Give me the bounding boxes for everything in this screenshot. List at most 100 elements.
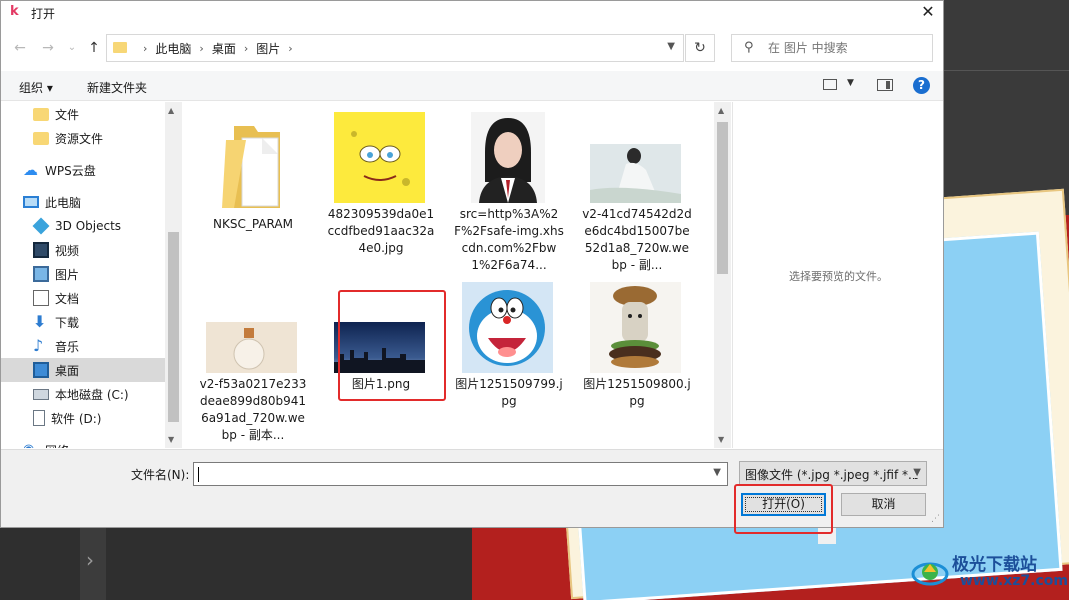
background-panel (944, 0, 1069, 215)
sidebar-item-label: 文档 (55, 291, 80, 306)
breadcrumb-separator[interactable]: › (244, 42, 248, 55)
sidebar-item-3d-objects[interactable]: 3D Objects (1, 214, 165, 238)
file-item-image[interactable]: 图片1251509799.jpg (454, 282, 564, 422)
scrollbar-thumb[interactable] (168, 232, 179, 422)
cancel-button[interactable]: 取消 (841, 493, 926, 516)
photo-image-icon (206, 322, 297, 373)
file-item-image[interactable]: src=http%3A%2F%2Fsafe-img.xhscdn.com%2Fb… (454, 112, 564, 272)
chevron-down-icon[interactable]: ▼ (713, 467, 721, 478)
sidebar-scrollbar[interactable]: ▲ ▼ (165, 102, 182, 448)
breadcrumb-separator[interactable]: › (199, 42, 203, 55)
sidebar-item-documents[interactable]: 文档 (1, 286, 165, 310)
preview-pane-icon[interactable] (877, 79, 893, 91)
sidebar-item-videos[interactable]: 视频 (1, 238, 165, 262)
new-folder-button[interactable]: 新建文件夹 (87, 79, 147, 96)
sidebar-item-label: 文件 (55, 107, 80, 122)
highlight-box (338, 290, 446, 401)
preview-empty-text: 选择要预览的文件。 (789, 270, 888, 283)
spongebob-image-icon (334, 112, 425, 203)
sidebar-item-this-pc[interactable]: 此电脑 (1, 190, 165, 214)
download-icon: ⬇ (33, 312, 47, 331)
background-side-strip[interactable]: › (80, 528, 106, 600)
file-list-scrollbar[interactable]: ▲ ▼ (714, 102, 731, 448)
file-item-folder[interactable]: NKSC_PARAM (198, 112, 308, 232)
sidebar-item-drive-d[interactable]: 软件 (D:) (1, 406, 165, 430)
file-item-image[interactable]: 482309539da0e1ccdfbed91aac32a4e0.jpg (326, 112, 436, 272)
chevron-right-icon: › (86, 548, 94, 572)
help-icon[interactable]: ? (913, 77, 930, 94)
scroll-up-icon[interactable]: ▲ (718, 106, 724, 115)
close-button[interactable]: ✕ (913, 1, 943, 25)
breadcrumb-item[interactable]: 桌面 (212, 40, 236, 57)
organize-menu[interactable]: 组织 ▾ (19, 79, 53, 96)
breadcrumb-item[interactable]: 此电脑 (155, 40, 191, 57)
breadcrumb-separator[interactable]: › (288, 42, 292, 55)
file-type-value: 图像文件 (*.jpg *.jpeg *.jfif *.b (745, 468, 920, 482)
sidebar-item-music[interactable]: ♪ 音乐 (1, 334, 165, 358)
refresh-button[interactable]: ↻ (685, 34, 715, 62)
sidebar-item-desktop[interactable]: 桌面 (1, 358, 165, 382)
drive-icon (33, 388, 49, 400)
video-icon (33, 242, 49, 258)
desktop-icon (33, 362, 49, 378)
pictures-icon (33, 266, 49, 282)
sidebar-item-network[interactable]: ◉ 网络 (1, 438, 165, 448)
file-item-image[interactable]: v2-f53a0217e233deae899d80b9416a91ad_720w… (198, 282, 308, 447)
sidebar-item-resources[interactable]: 资源文件 (1, 126, 165, 150)
address-bar[interactable]: › 此电脑 › 桌面 › 图片 › ▼ (106, 34, 684, 62)
watermark-url: www.xz7.com (960, 573, 1068, 589)
sidebar-item-wps-cloud[interactable]: ☁ WPS云盘 (1, 158, 165, 182)
scroll-up-icon[interactable]: ▲ (168, 106, 174, 115)
file-name: v2-f53a0217e233deae899d80b9416a91ad_720w… (199, 377, 307, 442)
dialog-title: 打开 (31, 7, 56, 21)
sidebar-item-label: 桌面 (55, 363, 80, 378)
sidebar-item-downloads[interactable]: ⬇ 下载 (1, 310, 165, 334)
sidebar-item-drive-c[interactable]: 本地磁盘 (C:) (1, 382, 165, 406)
back-arrow-icon[interactable]: ← (11, 38, 29, 58)
sidebar-item-label: 3D Objects (55, 219, 122, 233)
file-item-image[interactable]: v2-41cd74542d2de6dc4bd15007be52d1a8_720w… (582, 112, 692, 272)
folder-icon (113, 42, 127, 53)
sidebar-item-label: 图片 (55, 267, 80, 282)
cat-burger-image-icon (590, 282, 681, 373)
3d-objects-icon (32, 217, 50, 235)
forward-arrow-icon[interactable]: → (39, 38, 57, 58)
file-item-image[interactable]: 图片1251509800.jpg (582, 282, 692, 422)
documents-icon (33, 290, 49, 306)
sidebar-item-pictures[interactable]: 图片 (1, 262, 165, 286)
cancel-button-label: 取消 (871, 497, 896, 511)
breadcrumb-separator: › (143, 41, 148, 55)
resize-grip-icon[interactable]: ⋰ (931, 514, 940, 524)
file-type-filter[interactable]: 图像文件 (*.jpg *.jpeg *.jfif *.b ▼ (739, 461, 927, 486)
recent-locations-icon[interactable]: ⌄ (63, 38, 81, 58)
chevron-down-icon[interactable]: ▼ (667, 41, 675, 52)
search-box[interactable]: ⚲ (731, 34, 933, 62)
filename-field[interactable]: ▼ (193, 462, 728, 486)
watermark-logo-icon (911, 562, 949, 586)
file-name: NKSC_PARAM (213, 217, 293, 231)
sidebar-item-files[interactable]: 文件 (1, 102, 165, 126)
watermark: 极光下载站 www.xz7.com (910, 548, 1068, 596)
file-name: 482309539da0e1ccdfbed91aac32a4e0.jpg (327, 207, 435, 255)
command-toolbar: 组织 ▾ 新建文件夹 ▼ ? (1, 71, 943, 101)
music-icon: ♪ (33, 336, 44, 355)
sidebar-item-label: 下载 (55, 315, 80, 330)
app-logo-icon: k (10, 4, 19, 19)
file-name: 图片1251509799.jpg (455, 377, 563, 408)
scroll-down-icon[interactable]: ▼ (168, 435, 174, 444)
search-input[interactable] (768, 39, 928, 57)
folder-icon (33, 107, 49, 121)
chevron-down-icon[interactable]: ▼ (911, 467, 921, 478)
sidebar-item-label: WPS云盘 (45, 163, 96, 178)
scroll-down-icon[interactable]: ▼ (718, 435, 724, 444)
view-options-icon[interactable] (823, 79, 837, 90)
title-bar[interactable]: k 打开 ✕ (1, 1, 943, 25)
background-area (0, 528, 472, 600)
breadcrumb: › 此电脑 › 桌面 › 图片 › (135, 35, 301, 61)
chevron-down-icon[interactable]: ▼ (847, 78, 854, 88)
up-arrow-icon[interactable]: ↑ (85, 38, 103, 58)
scrollbar-thumb[interactable] (717, 122, 728, 274)
sidebar-item-label: 音乐 (55, 339, 80, 354)
breadcrumb-item[interactable]: 图片 (256, 40, 280, 57)
search-icon: ⚲ (744, 40, 754, 55)
